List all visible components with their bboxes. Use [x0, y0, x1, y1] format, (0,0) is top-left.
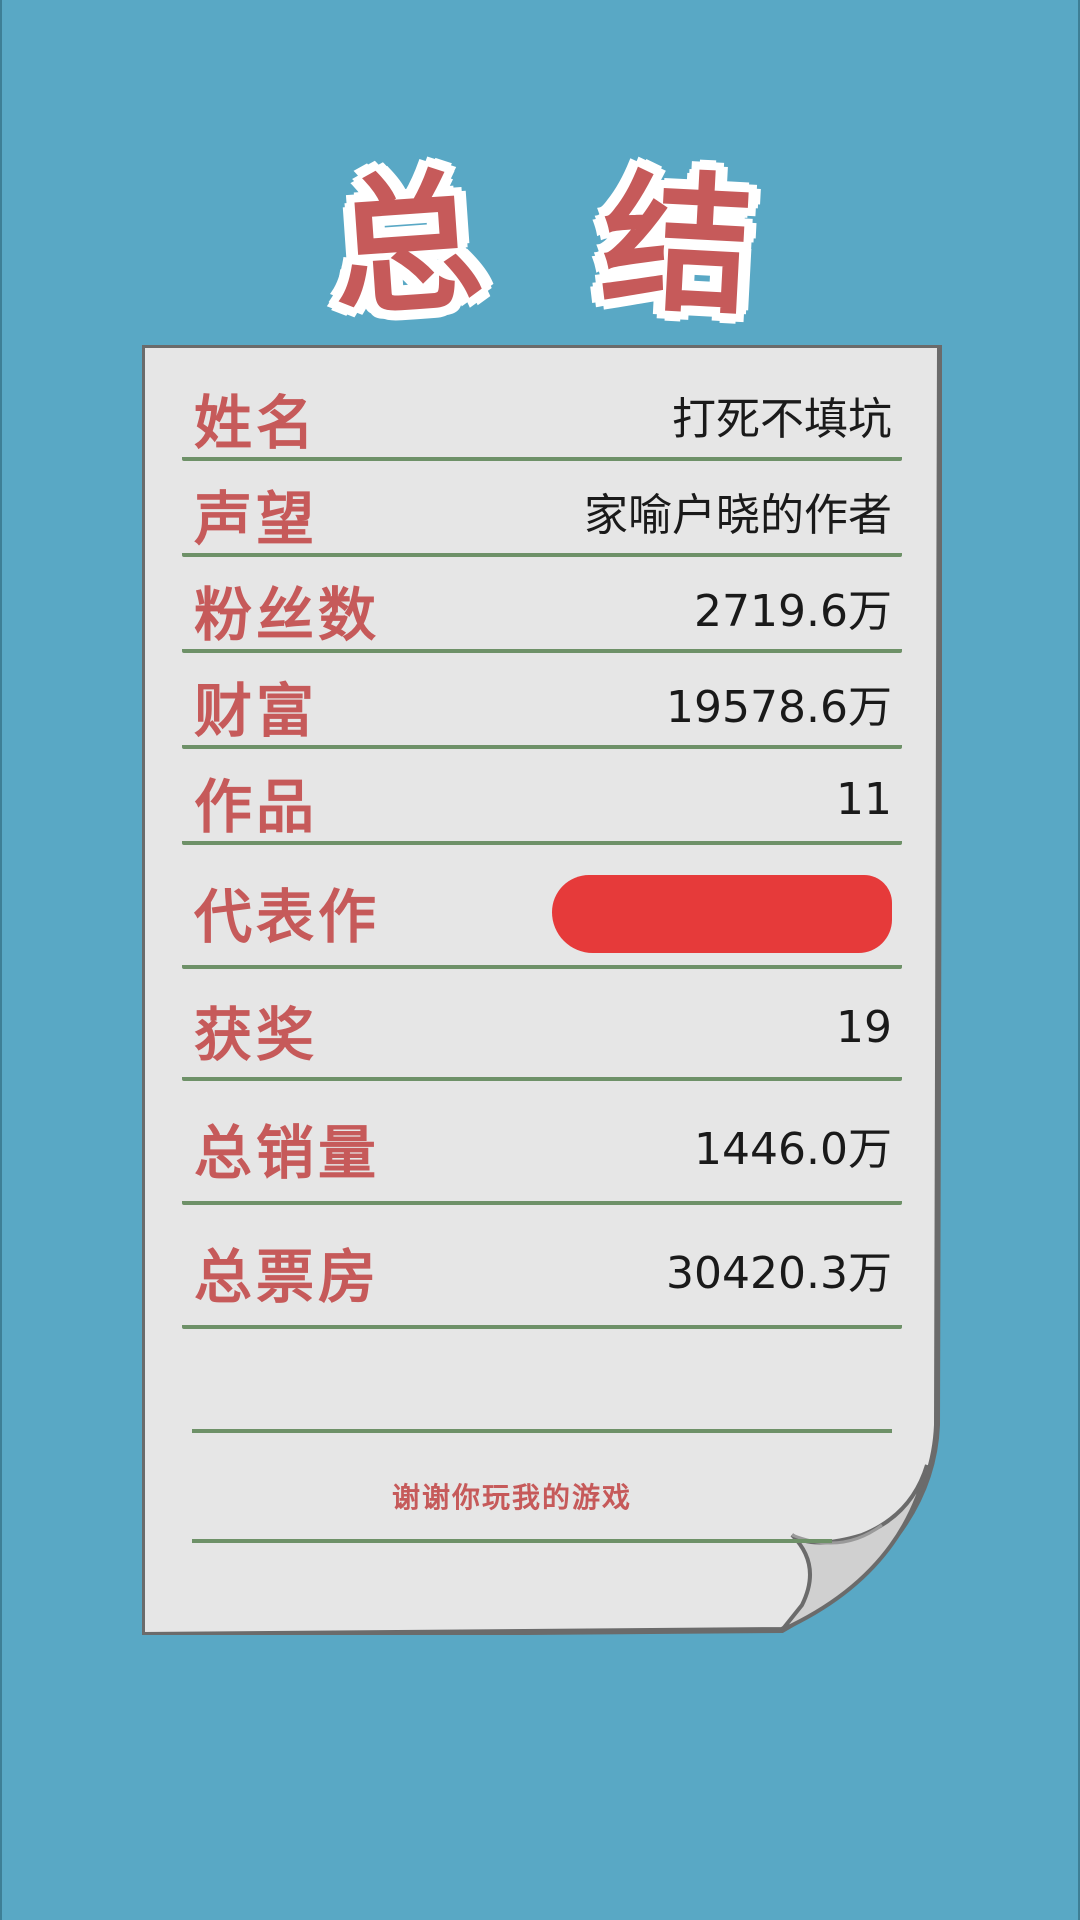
value-total-sales: 1446.0万 [694, 1124, 892, 1175]
value-box-office: 30420.3万 [666, 1248, 892, 1299]
label-fans: 粉丝数 [194, 581, 381, 649]
label-total-sales: 总销量 [194, 1119, 381, 1187]
row-box-office: 总票房 30420.3万 [182, 1205, 902, 1329]
value-reputation: 家喻户晓的作者 [584, 490, 892, 541]
redaction-mark [552, 875, 892, 953]
title-char-2: 结 [597, 153, 757, 337]
summary-paper: 姓名 打死不填坑 声望 家喻户晓的作者 粉丝数 2719.6万 财富 19578… [142, 345, 942, 1635]
value-name: 打死不填坑 [672, 394, 892, 445]
row-name: 姓名 打死不填坑 [182, 365, 902, 461]
label-masterpiece: 代表作 [194, 883, 381, 951]
label-reputation: 声望 [194, 485, 319, 553]
row-wealth: 财富 19578.6万 [182, 653, 902, 749]
label-name: 姓名 [194, 389, 319, 457]
thanks-text: 谢谢你玩我的游戏 [391, 1481, 632, 1514]
thanks-row: 谢谢你玩我的游戏 [192, 1433, 832, 1543]
value-fans: 2719.6万 [694, 586, 892, 637]
row-total-sales: 总销量 1446.0万 [182, 1081, 902, 1205]
row-works: 作品 11 [182, 749, 902, 845]
label-awards: 获奖 [194, 1001, 319, 1069]
blank-rule [192, 1329, 892, 1433]
value-wealth: 19578.6万 [666, 682, 892, 733]
row-awards: 获奖 19 [182, 969, 902, 1081]
stats-list: 姓名 打死不填坑 声望 家喻户晓的作者 粉丝数 2719.6万 财富 19578… [182, 365, 902, 1543]
row-reputation: 声望 家喻户晓的作者 [182, 461, 902, 557]
value-awards: 19 [836, 1001, 892, 1053]
label-works: 作品 [194, 773, 319, 841]
value-works: 11 [836, 773, 892, 825]
title-char-1: 总 [326, 151, 488, 339]
label-wealth: 财富 [194, 677, 319, 745]
game-screen: 总 结 姓名 打死不填坑 声望 家喻户晓的作者 粉丝数 2719.6万 财富 1… [0, 0, 1080, 1920]
row-fans: 粉丝数 2719.6万 [182, 557, 902, 653]
summary-title: 总 结 [2, 150, 1080, 340]
row-masterpiece: 代表作 [182, 845, 902, 969]
label-box-office: 总票房 [194, 1243, 381, 1311]
